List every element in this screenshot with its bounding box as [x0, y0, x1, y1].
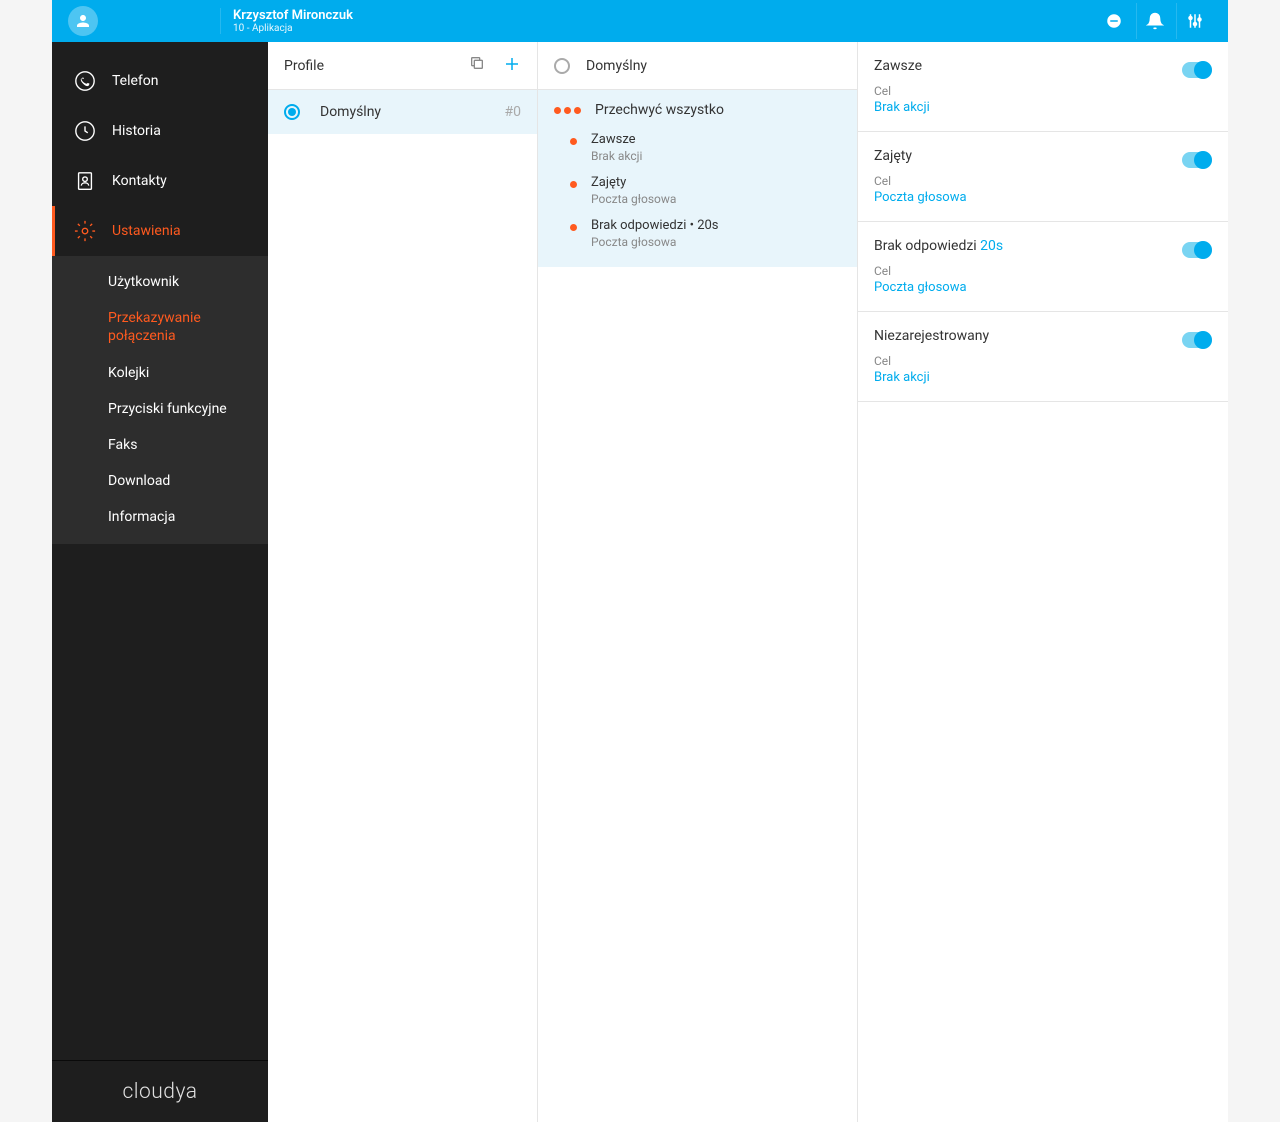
sidebar: Telefon Historia Kontakty [52, 42, 268, 1122]
nav-kontakty[interactable]: Kontakty [52, 156, 268, 206]
detail-item: Zawsze Cel Brak akcji [858, 42, 1228, 132]
nav-ustawienia[interactable]: Ustawienia [52, 206, 268, 256]
toggle-switch[interactable] [1182, 62, 1212, 78]
bell-icon[interactable] [1136, 3, 1172, 39]
radio-checked-icon[interactable] [284, 104, 300, 120]
detail-title: Brak odpowiedzi [874, 238, 980, 254]
detail-value[interactable]: Poczta głosowa [874, 190, 1182, 205]
toggle-switch[interactable] [1182, 242, 1212, 258]
profile-title: Profile [284, 58, 324, 74]
detail-value[interactable]: Poczta głosowa [874, 280, 1182, 295]
detail-item: Zajęty Cel Poczta głosowa [858, 132, 1228, 222]
sub-rule-title: Zawsze [591, 132, 642, 147]
subnav-przekazywanie[interactable]: Przekazywanie połączenia [52, 300, 268, 354]
detail-item: Niezarejestrowany Cel Brak akcji [858, 312, 1228, 402]
profile-item-name: Domyślny [320, 104, 505, 120]
detail-label: Cel [874, 174, 1182, 188]
detail-label: Cel [874, 264, 1182, 278]
rule-dots-icon [554, 107, 581, 114]
sub-rule-item[interactable]: Zajęty Poczta głosowa [554, 169, 841, 212]
detail-value[interactable]: Brak akcji [874, 100, 1182, 115]
rule-title: Przechwyć wszystko [595, 102, 724, 118]
detail-title: Zawsze [874, 58, 922, 74]
toggle-switch[interactable] [1182, 152, 1212, 168]
subnav-uzytkownik[interactable]: Użytkownik [52, 264, 268, 300]
nav-label: Telefon [112, 73, 159, 89]
plus-icon[interactable] [503, 55, 521, 77]
user-name: Krzysztof Mironczuk [233, 8, 353, 23]
nav-label: Kontakty [112, 173, 167, 189]
subnav-kolejki[interactable]: Kolejki [52, 355, 268, 391]
nav-label: Historia [112, 123, 161, 139]
profile-item-id: #0 [505, 104, 522, 120]
detail-label: Cel [874, 84, 1182, 98]
detail-value[interactable]: Brak akcji [874, 370, 1182, 385]
brand-logo: cloudya [52, 1060, 268, 1122]
settings-sliders-icon[interactable] [1176, 3, 1212, 39]
sub-rule-title: Brak odpowiedzi • 20s [591, 218, 719, 233]
details-column: Zawsze Cel Brak akcji Zajęty Cel Poczta … [858, 42, 1228, 1122]
subnav-faks[interactable]: Faks [52, 427, 268, 463]
toggle-switch[interactable] [1182, 332, 1212, 348]
sub-rule-item[interactable]: Zawsze Brak akcji [554, 126, 841, 169]
rule-item[interactable]: Przechwyć wszystko Zawsze Brak akcji Zaj… [538, 90, 857, 267]
radio-unchecked-icon[interactable] [554, 58, 570, 74]
nav-historia[interactable]: Historia [52, 106, 268, 156]
dot-icon [570, 224, 577, 231]
app-header: Krzysztof Mironczuk 10 - Aplikacja [52, 0, 1228, 42]
detail-label: Cel [874, 354, 1182, 368]
rules-column: Domyślny Przechwyć wszystko Zawsze Brak … [538, 42, 858, 1122]
subnav-download[interactable]: Download [52, 463, 268, 499]
gear-icon [74, 220, 96, 242]
detail-item: Brak odpowiedzi 20s Cel Poczta głosowa [858, 222, 1228, 312]
subnav-przyciski[interactable]: Przyciski funkcyjne [52, 391, 268, 427]
detail-accent: 20s [980, 238, 1003, 254]
phone-icon [74, 70, 96, 92]
dot-icon [570, 138, 577, 145]
rules-header-title: Domyślny [586, 58, 647, 74]
contacts-icon [74, 170, 96, 192]
clock-icon [74, 120, 96, 142]
profile-column: Profile Domyślny #0 [268, 42, 538, 1122]
dnd-icon[interactable] [1096, 3, 1132, 39]
nav-label: Ustawienia [112, 223, 181, 239]
subnav-informacja[interactable]: Informacja [52, 499, 268, 535]
sub-rule-sub: Poczta głosowa [591, 192, 676, 206]
sub-rule-title: Zajęty [591, 175, 676, 190]
profile-item[interactable]: Domyślny #0 [268, 90, 537, 134]
nav-telefon[interactable]: Telefon [52, 56, 268, 106]
sub-rule-item[interactable]: Brak odpowiedzi • 20s Poczta głosowa [554, 212, 841, 255]
sub-rule-sub: Poczta głosowa [591, 235, 719, 249]
sub-rule-sub: Brak akcji [591, 149, 642, 163]
copy-icon[interactable] [469, 55, 485, 77]
detail-title: Zajęty [874, 148, 912, 164]
detail-title: Niezarejestrowany [874, 328, 989, 344]
avatar[interactable] [68, 6, 98, 36]
dot-icon [570, 181, 577, 188]
user-sub: 10 - Aplikacja [233, 23, 353, 34]
